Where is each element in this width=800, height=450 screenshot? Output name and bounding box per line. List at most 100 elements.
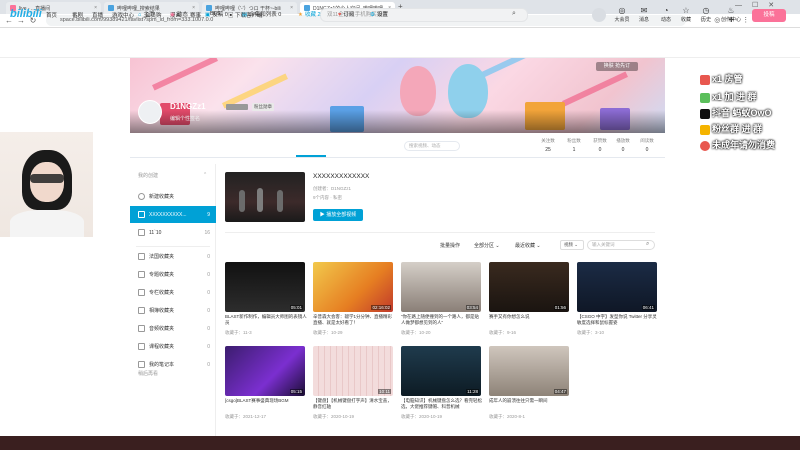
video-title[interactable]: 【电脑知识】机械键盘怎么选？看完轻松选，大佬推荐键帽、科普机械: [401, 398, 483, 410]
search-type-select[interactable]: 视频 ⌄: [560, 240, 584, 250]
nav-match[interactable]: 赛事: [190, 11, 201, 19]
video-title[interactable]: 赛手又有你想怎么说: [489, 314, 571, 326]
video-date: 收藏于：2020-10-19: [401, 414, 443, 419]
favorite-icon: ☆: [682, 6, 690, 15]
sidebar-item-folder[interactable]: 11`10 16: [130, 224, 216, 241]
keyword-search-input[interactable]: 输入关键词: [587, 240, 655, 250]
favorite-creator: 创建者：D1NGZz1: [313, 186, 352, 191]
sidebar-item-collected[interactable]: 专栏收藏夹 0: [130, 284, 216, 301]
overlay-line: x1 加 进 群: [700, 90, 757, 103]
webcam-feed: [0, 132, 93, 237]
overlay-line: 抖音 蚂蚁OwO: [700, 106, 772, 119]
nav-home[interactable]: 首页: [46, 11, 57, 19]
creation-icon: ♨: [727, 6, 735, 15]
active-tab-indicator: [296, 155, 326, 157]
tab-settings[interactable]: ⚙ 设置: [370, 10, 388, 18]
shirt-shape: [10, 210, 84, 237]
upload-button[interactable]: 投稿: [752, 9, 786, 22]
history-icon: ◷: [702, 6, 710, 15]
header-favorite[interactable]: ☆ 收藏: [676, 6, 696, 23]
nav-anime[interactable]: 番剧: [72, 11, 83, 19]
favorite-cover[interactable]: [225, 172, 305, 222]
sunglasses-shape: [30, 174, 64, 183]
overlay-line: 未成年请勿消费: [700, 138, 775, 151]
home-icon: ⌂: [138, 12, 142, 18]
partition-dropdown[interactable]: 全部分区 ⌄: [474, 242, 500, 249]
space-username: D1NGZz1: [170, 102, 206, 111]
header-creation[interactable]: ♨ 创作中心: [718, 6, 744, 23]
heart-icon: ♥: [338, 12, 342, 18]
video-title[interactable]: 成年人的崩溃往往只需一瞬间: [489, 398, 571, 410]
video-thumbnail[interactable]: 05:01: [225, 262, 305, 312]
video-title[interactable]: “你在路上随便撞到的一个路人，都是贴人做梦都想见到的人”: [401, 314, 483, 326]
video-thumbnail[interactable]: 05:15: [225, 346, 305, 396]
video-thumbnail[interactable]: 11:28: [401, 346, 481, 396]
sidebar-item-collected[interactable]: 相簿收藏夹 0: [130, 302, 216, 319]
heart-icon: [700, 140, 710, 151]
video-thumbnail[interactable]: 10:11: [313, 346, 393, 396]
tab-uploads[interactable]: ▣ 投稿 0: [205, 10, 228, 18]
tab-dynamic[interactable]: ◉ 动态: [170, 10, 188, 18]
site-header: [0, 28, 800, 58]
collapse-arrow-icon[interactable]: ⌃: [203, 172, 207, 178]
download-icon: ▣: [228, 13, 236, 19]
video-date: 收藏于：2020-8-1: [489, 414, 526, 419]
folder-icon: [138, 271, 145, 278]
avatar[interactable]: [592, 8, 606, 22]
tab-home[interactable]: ⌂ 主页: [138, 10, 154, 18]
video-date: 收藏于：9-16: [489, 330, 517, 335]
stat-followers[interactable]: 粉丝数 1: [561, 138, 587, 153]
bilibili-logo[interactable]: bilibili: [10, 8, 42, 20]
nav-live[interactable]: 直播: [92, 11, 103, 19]
fan-badge[interactable]: 粉丝勋章: [252, 103, 274, 111]
header-dynamic[interactable]: ◔ 动态: [656, 6, 676, 23]
search-icon[interactable]: ⌕: [646, 241, 649, 248]
video-thumbnail[interactable]: 04:47: [489, 346, 569, 396]
tab-subscriptions[interactable]: ♥ 订阅: [338, 10, 354, 18]
video-title[interactable]: 辛普森大会客：辍学1分分钟、直播精彩直播、就是太好看了！: [313, 314, 395, 326]
video-thumbnail[interactable]: 01:56: [489, 262, 569, 312]
gear-icon: ⚙: [370, 12, 375, 18]
sidebar-item-folder-active[interactable]: XXXXXXXXXX... 9: [130, 206, 216, 223]
sidebar-item-new-folder[interactable]: 新建收藏夹: [130, 188, 216, 205]
header-message[interactable]: ✉ 消息: [634, 6, 654, 23]
favorite-title: XXXXXXXXXXXXX: [313, 173, 370, 180]
video-thumbnail[interactable]: 02:16:02: [313, 262, 393, 312]
dynamic-icon: ◔: [663, 6, 669, 15]
video-title[interactable]: BLAST新作制作，编辑员大师图的表镜人员: [225, 314, 307, 326]
close-icon[interactable]: ×: [290, 5, 293, 11]
play-all-button[interactable]: ▶ 播放全部视频: [313, 209, 363, 221]
sidebar-item-collected[interactable]: 课程收藏夹 0: [130, 338, 216, 355]
nav-game[interactable]: 游戏中心: [112, 11, 134, 19]
level-badge: [226, 104, 248, 110]
tab-favorites[interactable]: ★ 收藏 2: [298, 10, 321, 18]
video-thumbnail[interactable]: 03:54: [401, 262, 481, 312]
folder-icon: [138, 211, 145, 218]
header-big-member[interactable]: ◎ 大会员: [612, 6, 632, 23]
overlay-line: x1 房管: [700, 72, 743, 85]
skin-button[interactable]: 换肤 抢先订: [596, 62, 638, 71]
sidebar-divider: [136, 246, 210, 247]
banner-shade: [130, 110, 665, 133]
sidebar-item-collected[interactable]: 法国收藏夹 0: [130, 248, 216, 265]
sort-dropdown[interactable]: 最近收藏 ⌄: [515, 242, 541, 249]
video-title[interactable]: 【键盘】【机械键盘打字声】清水宝盖，静音红轴: [313, 398, 395, 410]
space-avatar[interactable]: [138, 100, 162, 124]
video-date: 收藏于：2020-10-19: [313, 414, 355, 419]
sidebar-item-collected[interactable]: 音频收藏夹 0: [130, 320, 216, 337]
sidebar-item-collected[interactable]: 专题收藏夹 0: [130, 266, 216, 283]
search-icon[interactable]: ⌕: [512, 10, 520, 18]
folder-icon: [138, 253, 145, 260]
space-search-input[interactable]: 搜索视频、动态: [404, 141, 460, 151]
sidebar-heading: 我的创建: [138, 173, 159, 179]
space-signature[interactable]: 编辑个性签名: [170, 115, 200, 122]
video-date: 收藏于：10-20: [401, 330, 431, 335]
video-title[interactable]: 【CSGO 中字】发型你说 Twitter 分享灵敏度选择和鼠标握姿: [577, 314, 659, 326]
video-thumbnail[interactable]: 06:41: [577, 262, 657, 312]
batch-operation-button[interactable]: 批量操作: [440, 242, 460, 249]
header-history[interactable]: ◷ 历史: [696, 6, 716, 23]
tab-collections[interactable]: ▤ 合集和列表 0: [242, 10, 281, 18]
sidebar-watch-later[interactable]: 稍后再看: [138, 370, 158, 377]
stat-following[interactable]: 关注数 25: [535, 138, 561, 153]
video-title[interactable]: [csgo]BLAST赛事盛典现场BGM: [225, 398, 307, 410]
